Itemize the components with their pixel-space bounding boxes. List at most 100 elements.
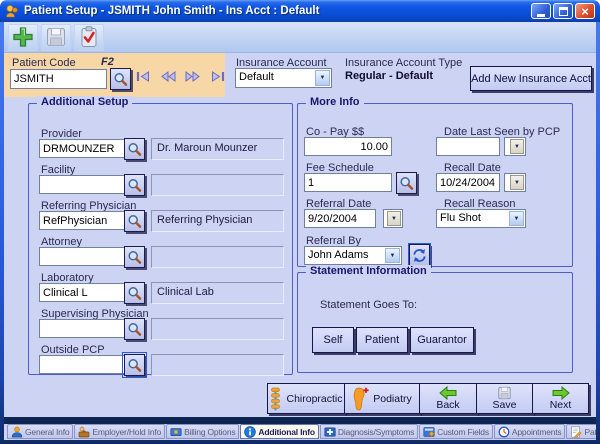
- save-button[interactable]: Save: [476, 383, 533, 414]
- facility-display: [151, 174, 284, 196]
- tab-label: Diagnosis/Symptoms: [338, 427, 414, 437]
- chiropractic-button[interactable]: Chiropractic: [267, 383, 345, 414]
- supervising-physician-display: [151, 318, 284, 340]
- first-record-icon: [135, 71, 151, 82]
- provider-input[interactable]: [39, 139, 125, 158]
- chevron-down-icon: ▼: [315, 70, 330, 86]
- statement-information-group: Statement Information Statement Goes To:…: [297, 272, 573, 373]
- verify-button[interactable]: [74, 24, 104, 51]
- search-icon: [127, 358, 142, 373]
- recall-date-dropdown[interactable]: ▼: [504, 173, 526, 192]
- last-record-button[interactable]: [209, 70, 226, 82]
- custom-fields-icon: [423, 426, 435, 438]
- tab-billing-options[interactable]: Billing Options: [166, 424, 239, 439]
- attorney-search-button[interactable]: [124, 246, 145, 268]
- date-last-seen-input[interactable]: [436, 137, 500, 156]
- more-info-title: More Info: [306, 96, 364, 108]
- insurance-account-value: Default: [239, 71, 314, 83]
- co-pay-input[interactable]: [304, 137, 392, 156]
- statement-buttons: Self Patient Guarantor: [312, 327, 474, 353]
- search-icon: [127, 142, 142, 157]
- referral-date-input[interactable]: [304, 209, 376, 228]
- minimize-icon: [537, 14, 545, 17]
- close-button[interactable]: ×: [575, 3, 595, 19]
- referring-physician-display: Referring Physician: [151, 210, 284, 232]
- patient-code-search-button[interactable]: [110, 68, 131, 90]
- diagnosis-icon: [324, 426, 336, 438]
- previous-record-icon: [160, 71, 176, 82]
- close-icon: ×: [581, 5, 589, 18]
- patient-code-panel: Patient Code F2: [4, 53, 225, 97]
- patient-code-input[interactable]: [10, 69, 107, 89]
- provider-search-button[interactable]: [124, 138, 145, 160]
- next-button[interactable]: Next: [532, 383, 589, 414]
- separator-strip: [4, 417, 596, 424]
- recall-reason-value: Flu Shot: [440, 212, 508, 224]
- add-new-insurance-button[interactable]: Add New Insurance Acct: [470, 66, 592, 91]
- attorney-input[interactable]: [39, 247, 125, 266]
- referral-by-select[interactable]: John Adams ▼: [304, 246, 402, 265]
- laboratory-input[interactable]: [39, 283, 125, 302]
- podiatry-button[interactable]: Podiatry: [344, 383, 420, 414]
- insurance-account-select[interactable]: Default ▼: [235, 68, 332, 88]
- laboratory-search-button[interactable]: [124, 282, 145, 304]
- fee-schedule-search-button[interactable]: [396, 172, 417, 194]
- save-record-button[interactable]: [41, 24, 71, 51]
- search-icon: [127, 286, 142, 301]
- supervising-physician-search-button[interactable]: [124, 318, 145, 340]
- tab-additional-info[interactable]: Additional Info: [240, 424, 319, 439]
- laboratory-display: Clinical Lab: [151, 282, 284, 304]
- provider-display: Dr. Maroun Mounzer: [151, 138, 284, 160]
- outside-pcp-input[interactable]: [39, 355, 125, 374]
- tab-patient-notes[interactable]: Patient Notes: [566, 424, 596, 439]
- date-last-seen-dropdown[interactable]: ▼: [504, 137, 526, 156]
- back-button[interactable]: Back: [419, 383, 477, 414]
- minimize-button[interactable]: [531, 3, 551, 19]
- notes-icon: [570, 426, 582, 438]
- tab-appointments[interactable]: Appointments: [494, 424, 566, 439]
- action-button-row: Chiropractic Podiatry: [267, 383, 588, 414]
- tab-diagnosis-symptoms[interactable]: Diagnosis/Symptoms: [320, 424, 418, 439]
- main-toolbar: [4, 22, 596, 53]
- referring-physician-search-button[interactable]: [124, 210, 145, 232]
- f2-shortcut-label: F2: [101, 56, 114, 68]
- statement-self-button[interactable]: Self: [312, 327, 354, 353]
- facility-input[interactable]: [39, 175, 125, 194]
- referring-physician-input[interactable]: [39, 211, 125, 230]
- tab-general-info[interactable]: General Info: [7, 424, 73, 439]
- search-icon: [127, 178, 142, 193]
- chevron-down-icon: ▼: [385, 248, 400, 263]
- tab-label: Billing Options: [184, 427, 235, 437]
- facility-search-button[interactable]: [124, 174, 145, 196]
- statement-patient-button[interactable]: Patient: [356, 327, 408, 353]
- outside-pcp-search-button[interactable]: [124, 354, 145, 376]
- referral-by-refresh-button[interactable]: [409, 244, 430, 266]
- bottom-tab-bar: General Info Employer/Hold Info Billing …: [4, 424, 596, 440]
- outside-pcp-display: [151, 354, 284, 376]
- fee-schedule-input[interactable]: [304, 173, 392, 192]
- referral-date-dropdown[interactable]: ▼: [383, 209, 403, 228]
- maximize-button[interactable]: [553, 3, 573, 19]
- title-bar: Patient Setup - JSMITH John Smith - Ins …: [0, 0, 600, 22]
- foot-icon: [352, 387, 369, 411]
- first-record-button[interactable]: [134, 70, 151, 82]
- tab-custom-fields[interactable]: Custom Fields: [419, 424, 493, 439]
- tab-employer-hold-info[interactable]: Employer/Hold Info: [74, 424, 165, 439]
- next-label: Next: [550, 400, 572, 411]
- recall-reason-select[interactable]: Flu Shot ▼: [436, 209, 526, 228]
- arrow-left-icon: [439, 386, 457, 400]
- tab-label: Appointments: [512, 427, 562, 437]
- statement-guarantor-button[interactable]: Guarantor: [410, 327, 474, 353]
- record-navigation: [134, 70, 226, 82]
- supervising-physician-input[interactable]: [39, 319, 125, 338]
- add-record-button[interactable]: [8, 24, 38, 51]
- recall-date-input[interactable]: [436, 173, 500, 192]
- verify-icon: [77, 25, 101, 49]
- clock-icon: [498, 426, 510, 438]
- tab-label: Additional Info: [258, 427, 315, 437]
- previous-record-button[interactable]: [159, 70, 176, 82]
- next-record-button[interactable]: [184, 70, 201, 82]
- maximize-icon: [559, 7, 568, 16]
- additional-setup-group: Additional Setup Provider Dr. Maroun Mou…: [28, 103, 293, 375]
- floppy-icon: [497, 386, 512, 400]
